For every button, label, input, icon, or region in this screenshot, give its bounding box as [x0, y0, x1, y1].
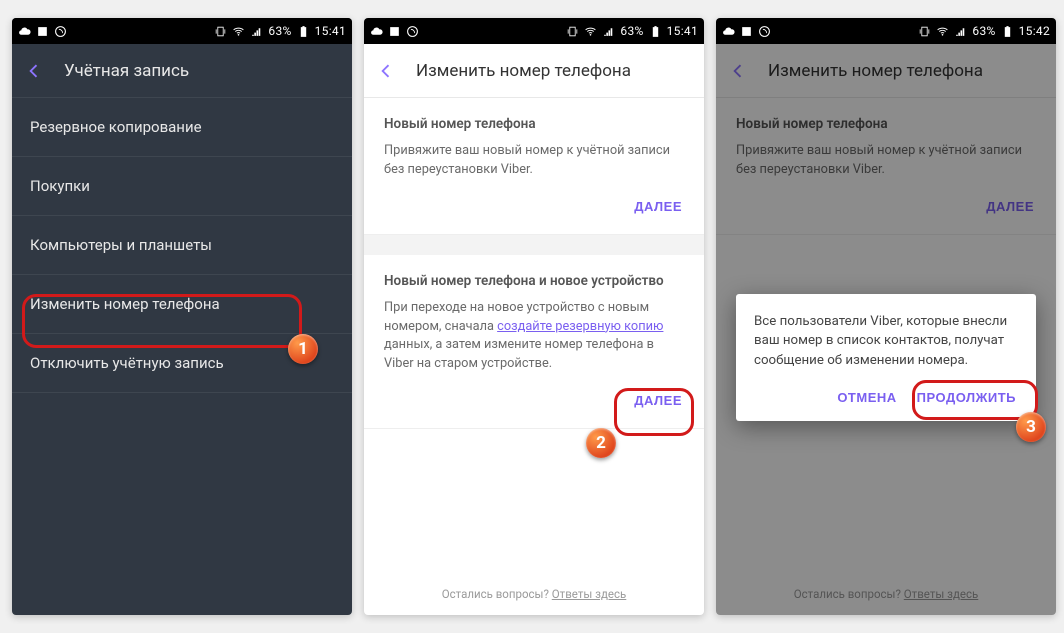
- status-bar: 63% 15:41: [12, 18, 352, 44]
- card-body: Привяжите ваш новый номер к учётной запи…: [736, 142, 1036, 179]
- cancel-button[interactable]: ОТМЕНА: [835, 384, 898, 411]
- continue-button[interactable]: ПРОДОЛЖИТЬ: [915, 384, 1018, 411]
- confirm-dialog: Все пользователи Viber, которые внесли в…: [736, 294, 1036, 421]
- status-bar: 63% 15:42: [716, 18, 1056, 44]
- footer-text: Остались вопросы?: [794, 587, 904, 601]
- header: Изменить номер телефона: [716, 44, 1056, 98]
- item-change-number[interactable]: Изменить номер телефона: [12, 275, 352, 334]
- card-body-b: данных, а затем измените номер телефона …: [384, 337, 654, 371]
- header: Учётная запись: [12, 44, 352, 98]
- page-title: Учётная запись: [64, 61, 189, 81]
- vibrate-icon: [918, 25, 931, 38]
- status-bar: 63% 15:41: [364, 18, 704, 44]
- backup-link[interactable]: создайте резервную копию: [497, 319, 663, 334]
- footer-link: Ответы здесь: [904, 587, 979, 601]
- clock: 15:41: [667, 24, 698, 38]
- footer-text: Остались вопросы?: [442, 587, 552, 601]
- clock: 15:41: [315, 24, 346, 38]
- battery-pct: 63%: [620, 24, 643, 38]
- cloud-icon: [18, 25, 31, 38]
- item-computers[interactable]: Компьютеры и планшеты: [12, 216, 352, 275]
- signal-icon: [602, 25, 615, 38]
- settings-list: Резервное копирование Покупки Компьютеры…: [12, 98, 352, 393]
- item-label: Компьютеры и планшеты: [30, 236, 212, 254]
- viber-icon: [54, 25, 67, 38]
- signal-icon: [954, 25, 967, 38]
- cloud-icon: [370, 25, 383, 38]
- card-new-number-device: Новый номер телефона и новое устройство …: [364, 255, 704, 429]
- image-icon: [740, 25, 753, 38]
- item-label: Резервное копирование: [30, 118, 202, 136]
- wifi-icon: [232, 25, 245, 38]
- battery-icon: [1001, 25, 1014, 38]
- footer-questions: Остались вопросы? Ответы здесь: [716, 575, 1056, 615]
- status-left: [370, 25, 419, 38]
- item-label: Отключить учётную запись: [30, 354, 224, 372]
- item-deactivate[interactable]: Отключить учётную запись: [12, 334, 352, 393]
- next-button-bg: ДАЛЕЕ: [984, 193, 1036, 220]
- signal-icon: [250, 25, 263, 38]
- battery-icon: [649, 25, 662, 38]
- status-right: 63% 15:41: [566, 24, 698, 38]
- viber-icon: [406, 25, 419, 38]
- status-right: 63% 15:41: [214, 24, 346, 38]
- battery-icon: [297, 25, 310, 38]
- next-button-1[interactable]: ДАЛЕЕ: [632, 193, 684, 220]
- wifi-icon: [936, 25, 949, 38]
- phone-1-account: 63% 15:41 Учётная запись Резервное копир…: [12, 18, 352, 615]
- back-icon[interactable]: [24, 61, 44, 81]
- battery-pct: 63%: [972, 24, 995, 38]
- footer-link[interactable]: Ответы здесь: [552, 587, 627, 601]
- footer-questions: Остались вопросы? Ответы здесь: [364, 575, 704, 615]
- card-title: Новый номер телефона: [384, 116, 684, 132]
- card-body: При переходе на новое устройство с новым…: [384, 299, 684, 373]
- header: Изменить номер телефона: [364, 44, 704, 98]
- dialog-body: Все пользователи Viber, которые внесли в…: [754, 312, 1018, 370]
- card-new-number: Новый номер телефона Привяжите ваш новый…: [364, 98, 704, 235]
- back-icon: [728, 61, 748, 81]
- card-gap: [364, 235, 704, 255]
- page-title: Изменить номер телефона: [768, 61, 983, 81]
- page-title: Изменить номер телефона: [416, 61, 631, 81]
- cloud-icon: [722, 25, 735, 38]
- item-purchases[interactable]: Покупки: [12, 157, 352, 216]
- card-title: Новый номер телефона и новое устройство: [384, 273, 684, 289]
- back-icon[interactable]: [376, 61, 396, 81]
- battery-pct: 63%: [268, 24, 291, 38]
- item-label: Изменить номер телефона: [30, 295, 220, 313]
- card-body: Привяжите ваш новый номер к учётной запи…: [384, 142, 684, 179]
- status-right: 63% 15:42: [918, 24, 1050, 38]
- next-button-2[interactable]: ДАЛЕЕ: [632, 387, 684, 414]
- item-label: Покупки: [30, 177, 90, 195]
- image-icon: [36, 25, 49, 38]
- card-title: Новый номер телефона: [736, 116, 1036, 132]
- step-badge-2: 2: [586, 428, 616, 458]
- vibrate-icon: [214, 25, 227, 38]
- phone-2-change-number: 63% 15:41 Изменить номер телефона Новый …: [364, 18, 704, 615]
- dialog-actions: ОТМЕНА ПРОДОЛЖИТЬ: [754, 370, 1018, 411]
- wifi-icon: [584, 25, 597, 38]
- image-icon: [388, 25, 401, 38]
- clock: 15:42: [1019, 24, 1050, 38]
- vibrate-icon: [566, 25, 579, 38]
- viber-icon: [758, 25, 771, 38]
- status-left: [18, 25, 67, 38]
- phone-3-dialog: 63% 15:42 Изменить номер телефона Новый …: [716, 18, 1056, 615]
- item-backup[interactable]: Резервное копирование: [12, 98, 352, 157]
- status-left: [722, 25, 771, 38]
- card-new-number-bg: Новый номер телефона Привяжите ваш новый…: [716, 98, 1056, 235]
